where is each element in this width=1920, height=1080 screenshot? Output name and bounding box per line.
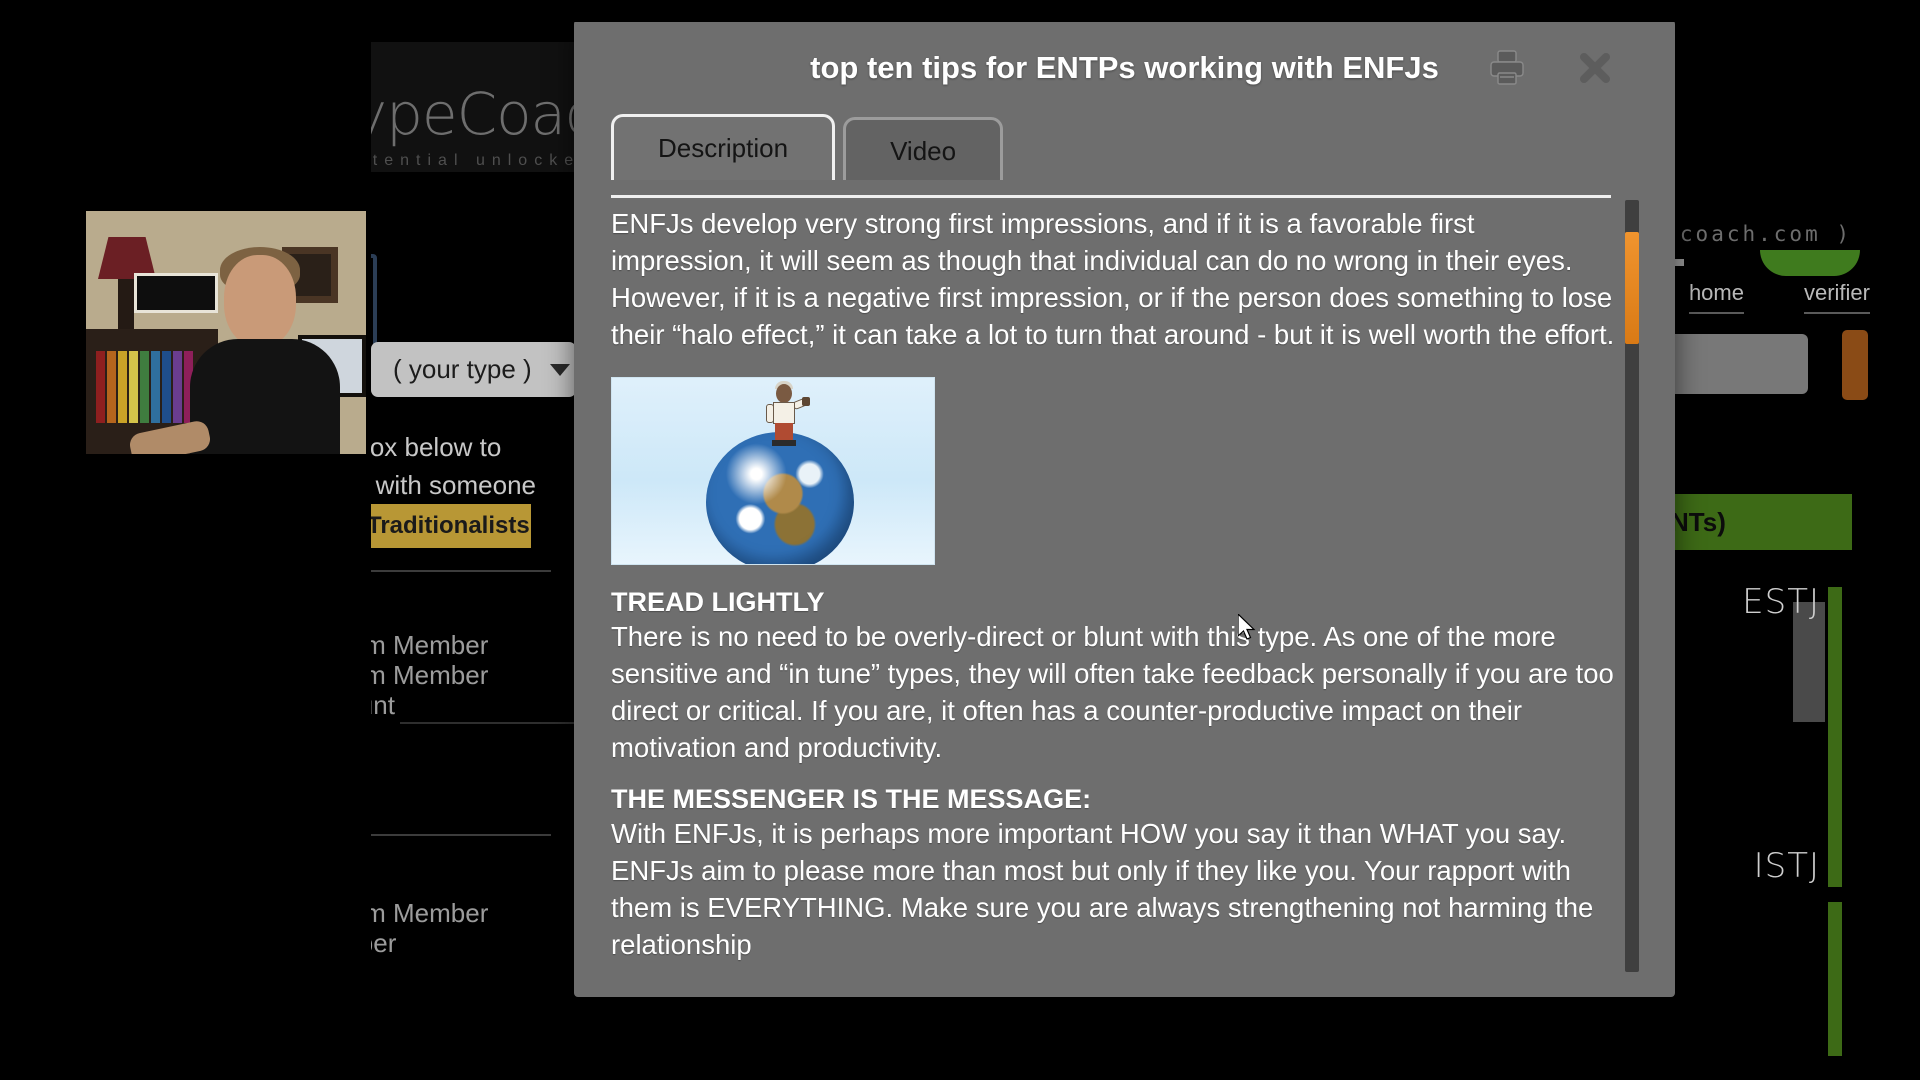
- frame-bottom-bar: [0, 1056, 1920, 1080]
- nts-band-label: NTs): [1670, 506, 1726, 537]
- webcam-picture-frame-left: [134, 273, 218, 313]
- estj-line-2[interactable]: e Team Member: [371, 660, 488, 691]
- modal-content: ENFJs develop very strong first impressi…: [611, 205, 1641, 985]
- tips-modal: top ten tips for ENTPs working with ENFJ…: [574, 20, 1675, 997]
- type-heading-istj: ISTJ: [1753, 846, 1820, 886]
- earth-globe-icon: [706, 432, 854, 564]
- modal-actions: [1485, 46, 1617, 90]
- tab-description[interactable]: Description: [611, 114, 836, 180]
- frame-right-bar: [1880, 0, 1920, 1080]
- instructions-text: type box below to t work with someone: [371, 428, 536, 504]
- webcam-books: [96, 351, 196, 423]
- traditionalists-band-label: Traditionalists: [371, 512, 530, 539]
- close-button[interactable]: [1573, 46, 1617, 90]
- modal-scrollbar-track[interactable]: [1625, 200, 1639, 972]
- estj-line-1[interactable]: e Team Member: [371, 630, 488, 661]
- green-column-upper: [1828, 587, 1842, 887]
- instructions-line-1: type box below to: [371, 432, 502, 462]
- section-heading-2: THE MESSENGER IS THE MESSAGE:: [611, 784, 1092, 814]
- estj-line-3[interactable]: Account: [371, 690, 395, 721]
- type-heading-estj: ESTJ: [1742, 582, 1820, 622]
- section-heading-1: TREAD LIGHTLY: [611, 587, 825, 617]
- nts-band[interactable]: NTs): [1652, 494, 1852, 550]
- your-type-dropdown-label: ( your type ): [393, 354, 532, 384]
- webcam-person-head: [224, 255, 296, 347]
- modal-tabs: Description Video: [611, 114, 1004, 180]
- webcam-person-torso: [190, 339, 340, 454]
- tab-video[interactable]: Video: [843, 117, 1004, 180]
- frame-top-bar: [0, 0, 1920, 22]
- instructions-line-2: t work with someone: [371, 470, 536, 500]
- section-text-1: There is no need to be overly-direct or …: [611, 621, 1614, 763]
- chevron-down-icon: [549, 363, 570, 376]
- divider-estj: [371, 570, 551, 572]
- nav-item-home[interactable]: home: [1688, 280, 1744, 314]
- webcam-lamp-base: [118, 279, 134, 329]
- section-text-2: With ENFJs, it is perhaps more important…: [611, 818, 1594, 960]
- presenter-webcam[interactable]: [86, 211, 366, 454]
- tab-underline: [611, 195, 1611, 198]
- person-figure-icon: [764, 381, 810, 448]
- istj-line-2[interactable]: Member: [371, 928, 396, 959]
- site-nav: home verifier: [1688, 280, 1870, 314]
- hero-image: [611, 377, 935, 565]
- screen-root: typeCoach potential unlocked type-coach.…: [0, 0, 1920, 1080]
- divider-istj: [371, 834, 551, 836]
- site-logo-tagline: potential unlocked: [371, 152, 596, 169]
- intro-paragraph: ENFJs develop very strong first impressi…: [611, 208, 1615, 350]
- tab-description-label: Description: [658, 133, 789, 163]
- green-column-lower: [1828, 902, 1842, 1056]
- istj-line-1[interactable]: e Team Member: [371, 898, 488, 929]
- modal-scrollbar-thumb[interactable]: [1625, 232, 1639, 344]
- nav-item-verifier[interactable]: verifier: [1803, 280, 1870, 314]
- nav-green-accent: [1760, 250, 1860, 276]
- tab-video-label: Video: [890, 136, 957, 166]
- traditionalists-band[interactable]: Traditionalists: [371, 504, 531, 548]
- frame-left-bar: [0, 0, 86, 1080]
- your-type-dropdown[interactable]: ( your type ): [371, 342, 576, 397]
- print-button[interactable]: [1485, 46, 1529, 90]
- side-orange-tab[interactable]: [1842, 330, 1868, 400]
